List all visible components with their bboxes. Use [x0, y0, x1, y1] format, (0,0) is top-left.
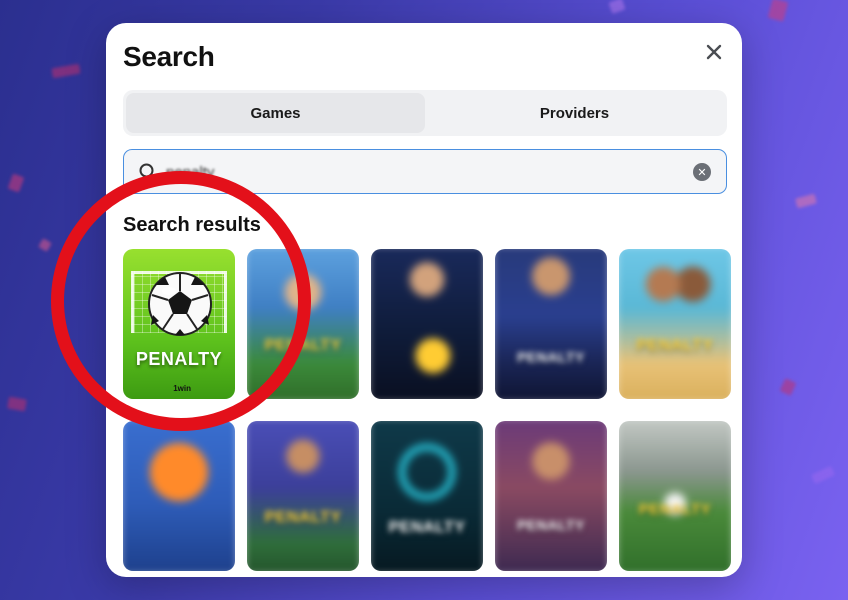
game-card[interactable]: PENALTY: [495, 249, 607, 399]
modal-title: Search: [123, 41, 215, 72]
game-art: [247, 421, 359, 571]
game-title: PENALTY: [636, 337, 714, 354]
game-card[interactable]: PENALTY: [619, 249, 731, 399]
game-card[interactable]: PENALTY: [619, 421, 731, 571]
confetti-decoration: [7, 396, 27, 412]
confetti-decoration: [7, 173, 25, 193]
game-card-penalty[interactable]: PENALTY 1win: [123, 249, 235, 399]
game-card[interactable]: PENALTY: [247, 249, 359, 399]
game-art: [371, 421, 483, 571]
game-title: PENALTY: [388, 519, 466, 536]
game-art: [371, 249, 483, 399]
game-art: [123, 421, 235, 571]
search-modal: Search Games Providers ✕ Search results …: [106, 23, 742, 577]
game-art: [619, 249, 731, 399]
results-heading: Search results: [123, 214, 261, 236]
game-title: PENALTY: [264, 337, 342, 354]
game-title: PENALTY: [638, 501, 712, 518]
game-card[interactable]: [123, 421, 235, 571]
game-art: [247, 249, 359, 399]
game-art: [619, 421, 731, 571]
search-icon: [139, 163, 157, 181]
brand-logo: 1win: [173, 384, 191, 393]
confetti-decoration: [608, 0, 626, 15]
game-title: PENALTY: [135, 349, 223, 369]
game-card[interactable]: PENALTY: [495, 421, 607, 571]
search-field[interactable]: ✕: [123, 149, 727, 194]
clear-icon[interactable]: ✕: [693, 163, 711, 181]
game-art: [495, 249, 607, 399]
game-card[interactable]: PENALTY: [371, 421, 483, 571]
tab-games[interactable]: Games: [126, 93, 425, 133]
game-art: [495, 421, 607, 571]
search-input[interactable]: [166, 158, 666, 186]
confetti-decoration: [51, 63, 81, 79]
confetti-decoration: [767, 0, 789, 22]
tab-providers[interactable]: Providers: [425, 93, 724, 133]
confetti-decoration: [38, 238, 52, 252]
soccer-ball-icon: [148, 272, 212, 336]
close-icon[interactable]: [703, 41, 725, 63]
confetti-decoration: [795, 193, 817, 209]
game-card[interactable]: [371, 249, 483, 399]
search-tabs: Games Providers: [123, 90, 727, 136]
confetti-decoration: [779, 378, 797, 396]
game-title: PENALTY: [517, 349, 585, 365]
confetti-decoration: [810, 465, 836, 485]
game-title: PENALTY: [517, 517, 585, 533]
game-card[interactable]: PENALTY: [247, 421, 359, 571]
game-title: PENALTY: [264, 509, 342, 526]
